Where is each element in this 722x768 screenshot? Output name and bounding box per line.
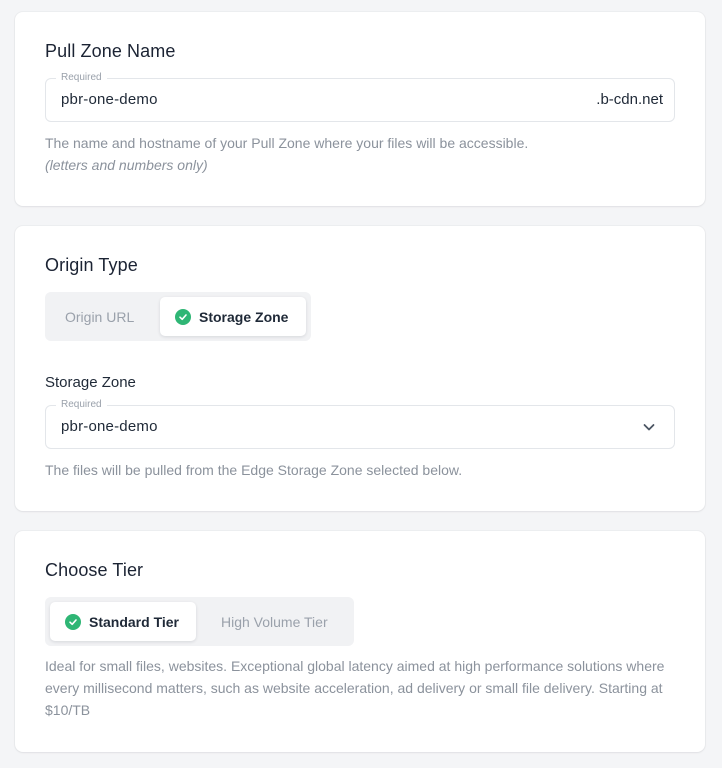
pull-zone-settings-page: Pull Zone Name Required pbr-one-demo .b-… — [0, 0, 722, 768]
standard-tier-label: Standard Tier — [89, 613, 179, 630]
standard-tier-option[interactable]: Standard Tier — [50, 602, 196, 641]
pull-zone-helper: The name and hostname of your Pull Zone … — [45, 132, 675, 176]
check-circle-icon — [175, 308, 191, 325]
pull-zone-required-label: Required — [56, 72, 107, 84]
storage-zone-required-label: Required — [56, 399, 107, 411]
pull-zone-name-value[interactable]: pbr-one-demo — [61, 91, 158, 108]
pull-zone-name-title: Pull Zone Name — [45, 41, 176, 61]
high-volume-tier-option[interactable]: High Volume Tier — [196, 602, 349, 641]
pull-zone-name-card: Pull Zone Name Required pbr-one-demo .b-… — [15, 12, 705, 206]
tier-segmented-control: Standard Tier High Volume Tier — [45, 597, 354, 646]
choose-tier-card: Choose Tier Standard Tier High Volume Ti… — [15, 531, 705, 752]
storage-zone-option[interactable]: Storage Zone — [160, 297, 306, 336]
tier-description: Ideal for small files, websites. Excepti… — [45, 658, 665, 718]
origin-type-card: Origin Type Origin URL Storage Zone Stor… — [15, 226, 705, 511]
storage-zone-select[interactable]: Required pbr-one-demo — [45, 399, 675, 449]
choose-tier-title: Choose Tier — [45, 560, 144, 580]
origin-url-option[interactable]: Origin URL — [50, 297, 160, 336]
pull-zone-helper-text: The name and hostname of your Pull Zone … — [45, 135, 529, 151]
storage-zone-selected-value: pbr-one-demo — [61, 418, 158, 435]
origin-type-segmented-control: Origin URL Storage Zone — [45, 292, 311, 341]
origin-url-label: Origin URL — [65, 308, 135, 325]
hostname-suffix: .b-cdn.net — [596, 91, 663, 108]
storage-zone-helper: The files will be pulled from the Edge S… — [45, 462, 463, 478]
check-circle-icon — [65, 613, 81, 630]
high-volume-tier-label: High Volume Tier — [221, 613, 328, 630]
origin-type-title: Origin Type — [45, 255, 138, 275]
storage-zone-label: Storage Zone — [45, 374, 136, 391]
chevron-down-icon[interactable] — [642, 420, 656, 434]
pull-zone-helper-note: (letters and numbers only) — [45, 157, 208, 173]
storage-zone-option-label: Storage Zone — [199, 308, 289, 325]
pull-zone-name-input[interactable]: Required pbr-one-demo .b-cdn.net — [45, 72, 675, 122]
